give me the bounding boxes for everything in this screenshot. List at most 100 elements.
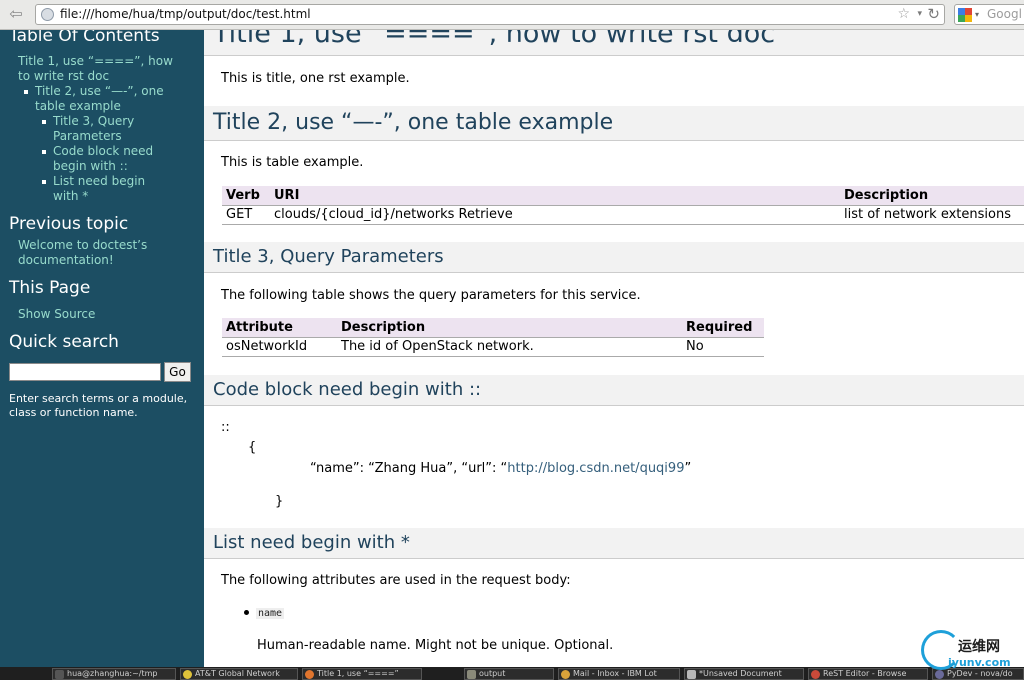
toc-link-code-block-cont[interactable]: begin with :: [53, 159, 128, 174]
section-title-3: Title 3, Query Parameters [204, 242, 1024, 273]
browser-icon [811, 670, 820, 679]
title5-paragraph: The following attributes are used in the… [221, 573, 571, 588]
quick-search-input[interactable] [9, 363, 161, 381]
section-title-5: List need begin with * [204, 528, 1024, 559]
uri-table: Verb URI Description GET clouds/{cloud_i… [222, 186, 1024, 225]
taskbar-item-pydev[interactable]: PyDev - nova/do [932, 668, 1024, 680]
title2-paragraph: This is table example. [221, 155, 364, 170]
toc-link-list[interactable]: List need begin [53, 174, 145, 189]
taskbar-item-label: Title 1, use “====” [317, 669, 399, 678]
toc-link-title1-cont[interactable]: to write rst doc [18, 69, 109, 84]
section-title-1-text: Title 1, use “====”, how to write rst do… [213, 30, 776, 49]
attribute-description: Human-readable name. Might not be unique… [257, 638, 614, 653]
table-cell: clouds/{cloud_id}/networks Retrieve [270, 205, 840, 225]
quick-search-heading: Quick search [9, 332, 119, 352]
taskbar-item-terminal[interactable]: hua@zhanghua:~/tmp [52, 668, 176, 680]
table-cell: The id of OpenStack network. [337, 337, 682, 357]
mail-icon [561, 670, 570, 679]
taskbar-item-rest-editor[interactable]: ReST Editor - Browse [808, 668, 928, 680]
section-title-2: Title 2, use “—-”, one table example [204, 106, 1024, 141]
section-title-5-text: List need begin with * [213, 532, 410, 553]
toc-link-title3[interactable]: Title 3, Query [53, 114, 134, 129]
section-title-2-text: Title 2, use “—-”, one table example [213, 110, 614, 135]
taskbar-item-label: Mail - Inbox - IBM Lot [573, 669, 657, 678]
this-page-heading: This Page [9, 278, 91, 298]
code-body-line: “name”: “Zhang Hua”, “url”: “http://blog… [310, 461, 691, 476]
search-engine-dropdown-icon[interactable]: ▾ [975, 10, 979, 19]
column-header: Description [337, 318, 682, 338]
browser-search-field[interactable]: ▾ Googl [954, 4, 1024, 25]
previous-topic-link-cont[interactable]: documentation! [18, 253, 114, 268]
table-header-row: Verb URI Description [222, 186, 1024, 206]
toc-link-title3-cont[interactable]: Parameters [53, 129, 122, 144]
code-marker: :: [221, 420, 230, 435]
toc-heading: Table Of Contents [9, 30, 160, 46]
google-icon[interactable] [958, 8, 972, 22]
browser-toolbar: ⇦ file:///home/hua/tmp/output/doc/test.h… [0, 0, 1024, 30]
address-bar-url[interactable]: file:///home/hua/tmp/output/doc/test.htm… [60, 7, 311, 21]
column-header: Description [840, 186, 1024, 206]
taskbar-item-label: *Unsaved Document [699, 669, 782, 678]
code-line-text: “name”: “Zhang Hua”, “url”: “ [310, 461, 508, 476]
table-cell: list of network extensions [840, 205, 1024, 225]
previous-topic-link[interactable]: Welcome to doctest’s [18, 238, 147, 253]
code-close-brace: } [275, 494, 284, 509]
watermark-text: 运维网 [958, 639, 1000, 655]
back-arrow-icon[interactable]: ⇦ [4, 4, 28, 24]
attribute-name: name [256, 608, 285, 619]
eclipse-icon [935, 670, 944, 679]
bookmark-star-icon[interactable]: ☆ [897, 6, 910, 22]
go-button[interactable]: Go [164, 362, 191, 382]
table-cell: osNetworkId [222, 337, 337, 357]
toc-link-title2[interactable]: Title 2, use “—-”, one [35, 84, 164, 99]
toc-link-code-block[interactable]: Code block need [53, 144, 153, 159]
taskbar-item-label: ReST Editor - Browse [823, 669, 907, 678]
watermark-url: iyunv.com [948, 656, 1011, 669]
query-params-table: Attribute Description Required osNetwork… [222, 318, 764, 357]
table-header-row: Attribute Description Required [222, 318, 764, 338]
search-help-text: Enter search terms or a module, [9, 392, 188, 405]
taskbar-item-vpn[interactable]: AT&T Global Network [180, 668, 298, 680]
title1-paragraph: This is title, one rst example. [221, 71, 410, 86]
toc-link-title2-cont[interactable]: table example [35, 99, 121, 114]
column-header: Verb [222, 186, 270, 206]
taskbar-item-editor[interactable]: *Unsaved Document [684, 668, 804, 680]
taskbar-item-output-folder[interactable]: output [464, 668, 554, 680]
address-bar[interactable]: file:///home/hua/tmp/output/doc/test.htm… [35, 4, 945, 25]
taskbar: hua@zhanghua:~/tmp AT&T Global Network T… [0, 667, 1024, 680]
column-header: Attribute [222, 318, 337, 338]
column-header: Required [682, 318, 764, 338]
taskbar-item-firefox[interactable]: Title 1, use “====” [302, 668, 422, 680]
section-title-4: Code block need begin with :: [204, 375, 1024, 406]
toc-link-title1[interactable]: Title 1, use “====”, how [18, 54, 173, 69]
firefox-icon [305, 670, 314, 679]
list-bullet-icon [244, 610, 249, 615]
reload-icon[interactable]: ↻ [927, 5, 940, 23]
table-cell: No [682, 337, 764, 357]
search-placeholder: Googl [987, 7, 1022, 21]
blog-link[interactable]: http://blog.csdn.net/quqi99 [507, 461, 684, 476]
title3-paragraph: The following table shows the query para… [221, 288, 641, 303]
column-header: URI [270, 186, 840, 206]
folder-icon [467, 670, 476, 679]
bullet-icon [42, 120, 46, 124]
taskbar-item-label: PyDev - nova/do [947, 669, 1013, 678]
terminal-icon [55, 670, 64, 679]
taskbar-item-label: output [479, 669, 506, 678]
taskbar-item-mail[interactable]: Mail - Inbox - IBM Lot [558, 668, 680, 680]
table-row: GET clouds/{cloud_id}/networks Retrieve … [222, 205, 1024, 225]
sidebar: Table Of Contents Title 1, use “====”, h… [0, 30, 204, 667]
code-open-brace: { [248, 440, 257, 455]
section-title-4-text: Code block need begin with :: [213, 379, 482, 400]
search-help-text-cont: class or function name. [9, 406, 138, 419]
show-source-link[interactable]: Show Source [18, 307, 95, 322]
table-cell: GET [222, 205, 270, 225]
toc-link-list-cont[interactable]: with * [53, 189, 88, 204]
previous-topic-heading: Previous topic [9, 214, 129, 234]
history-dropdown-icon[interactable]: ▾ [917, 9, 922, 19]
code-line-end: ” [684, 461, 692, 476]
document-body: Title 1, use “====”, how to write rst do… [204, 30, 1024, 667]
page-globe-icon [41, 8, 54, 21]
bullet-icon [42, 180, 46, 184]
bullet-icon [24, 90, 28, 94]
